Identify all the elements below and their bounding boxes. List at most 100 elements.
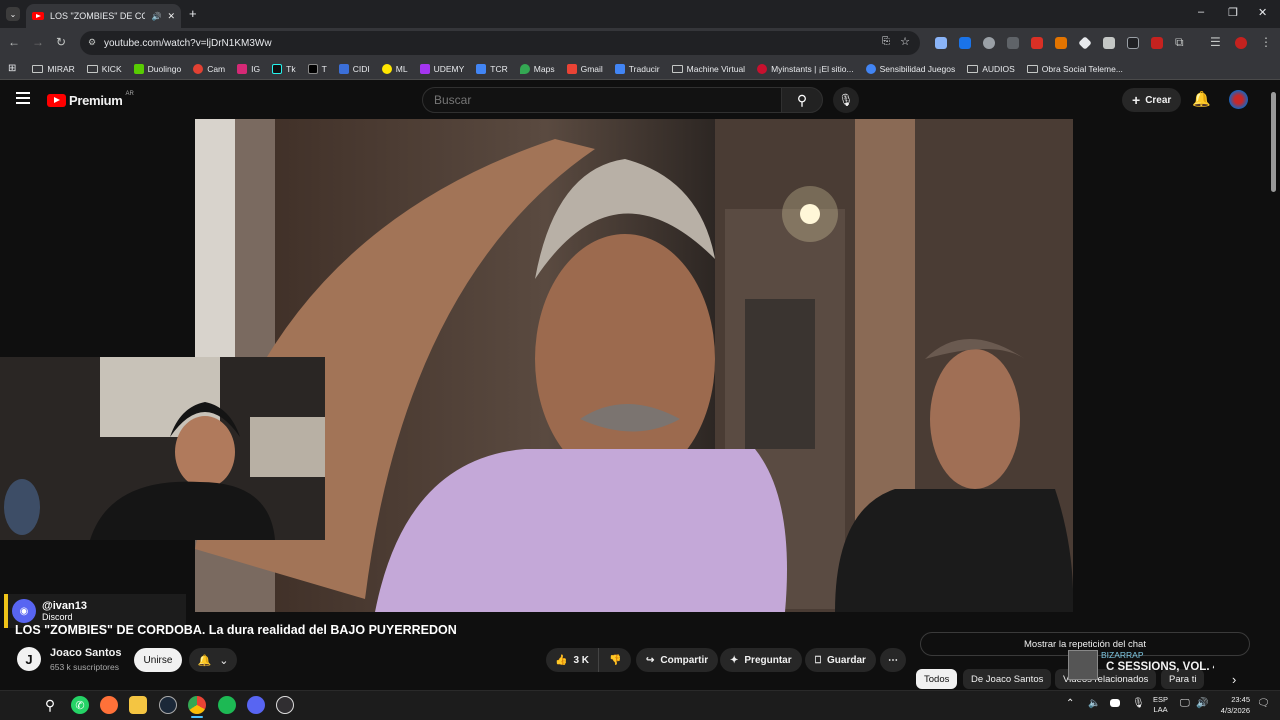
input-language[interactable]: ESP LAA [1153, 695, 1168, 715]
tray-mic-icon[interactable]: 🎙 [1132, 698, 1145, 709]
active-tab[interactable]: LOS "ZOMBIES" DE CORDOBA 🔊 ✕ [26, 4, 181, 28]
network-icon[interactable]: 🖵 [1180, 698, 1190, 709]
extension-icon[interactable] [935, 37, 947, 49]
spotify-icon[interactable] [218, 696, 236, 714]
folder-icon [967, 64, 979, 73]
share-button[interactable]: ↪ Compartir [636, 648, 719, 672]
extension-icon[interactable] [1055, 37, 1067, 49]
search-icon[interactable]: ⚲ [41, 696, 59, 714]
bookmark-cam[interactable]: Cam [193, 63, 225, 74]
windows-start-icon[interactable] [12, 697, 28, 713]
bookmark-machine-virtual[interactable]: Machine Virtual [671, 64, 745, 74]
chips-next-icon[interactable]: › [1232, 672, 1236, 687]
tab-search-button[interactable]: ⌄ [6, 7, 20, 21]
tray-chevron-icon[interactable]: ⌃ [1066, 698, 1074, 709]
voice-search-button[interactable]: 🎙 [833, 87, 859, 113]
maximize-button[interactable]: ❐ [1228, 6, 1238, 19]
extension-icon[interactable] [1103, 37, 1115, 49]
new-tab-button[interactable]: + [189, 6, 197, 21]
youtube-logo[interactable]: Premium AR [47, 91, 134, 108]
bookmark-tk[interactable]: Tk [272, 63, 296, 74]
bookmark-cidi[interactable]: CIDI [338, 63, 370, 74]
notifications-bell-icon[interactable]: 🔔 [1192, 90, 1211, 108]
related-video-card[interactable]: BIZARRAP C SESSIONS, VOL. 48/ [1068, 650, 1218, 682]
logo-text: Premium [69, 93, 123, 108]
extension-icon[interactable] [1031, 37, 1043, 49]
bookmark-traducir[interactable]: Traducir [614, 63, 660, 74]
udemy-icon [419, 63, 430, 74]
chrome-menu-icon[interactable]: ⋮ [1260, 35, 1272, 49]
bookmark-icon: ⎕ [815, 654, 821, 666]
chrome-icon[interactable] [188, 696, 206, 714]
dislike-button[interactable]: 👎 [599, 655, 631, 666]
create-button[interactable]: + Crear [1122, 88, 1182, 112]
menu-icon[interactable] [16, 92, 30, 104]
bookmark-myinstants[interactable]: Myinstants | ¡El sitio... [757, 63, 854, 74]
file-explorer-icon[interactable] [129, 696, 147, 714]
tray-volume-icon[interactable]: 🔈 [1088, 698, 1100, 709]
bookmark-t[interactable]: T [307, 63, 327, 74]
forward-icon[interactable]: → [32, 35, 44, 49]
extension-icon[interactable] [959, 37, 971, 49]
search-button[interactable]: ⚲ [781, 87, 823, 113]
more-actions-button[interactable]: ⋯ [880, 648, 906, 672]
extension-icon[interactable] [1007, 37, 1019, 49]
speaker-icon[interactable]: 🔊 [1196, 698, 1208, 709]
like-button[interactable]: 👍 3 K [546, 648, 600, 672]
bookmark-ig[interactable]: IG [237, 63, 260, 74]
language-code: ESP [1153, 695, 1169, 704]
whatsapp-icon[interactable]: ✆ [71, 696, 89, 714]
close-tab-icon[interactable]: ✕ [167, 11, 175, 22]
bookmark-gmail[interactable]: Gmail [566, 63, 603, 74]
chip-todos[interactable]: Todos [916, 669, 958, 689]
ask-button[interactable]: ✦ Preguntar [720, 648, 802, 672]
install-icon[interactable]: ⎘ [882, 36, 890, 47]
bookmark-duolingo[interactable]: Duolingo [133, 63, 181, 74]
bookmark-udemy[interactable]: UDEMY [419, 63, 464, 74]
bookmark-maps[interactable]: Maps [519, 63, 555, 74]
bookmark-mirar[interactable]: MIRAR [32, 64, 75, 74]
discord-taskbar-icon[interactable] [247, 696, 265, 714]
account-avatar[interactable] [1229, 90, 1248, 109]
page-scrollbar[interactable] [1271, 92, 1276, 192]
channel-name[interactable]: Joaco Santos [50, 647, 122, 659]
channel-avatar[interactable]: J [17, 647, 41, 671]
extension-icon[interactable] [1127, 37, 1139, 49]
close-window-button[interactable]: ✕ [1258, 6, 1267, 19]
extensions-puzzle-icon[interactable]: ⧉ [1175, 35, 1184, 50]
steam-icon[interactable] [159, 696, 177, 714]
save-button[interactable]: ⎕ Guardar [805, 648, 876, 672]
bookmark-kick[interactable]: KICK [86, 64, 122, 74]
bookmark-tcr[interactable]: TCR [476, 63, 508, 74]
firefox-icon[interactable] [100, 696, 118, 714]
reading-list-icon[interactable]: ☰ [1210, 35, 1221, 49]
search-input[interactable] [422, 87, 782, 113]
extension-icon[interactable] [983, 37, 995, 49]
bookmark-audios[interactable]: AUDIOS [967, 64, 1015, 74]
tray-discord-icon[interactable] [1110, 699, 1120, 707]
bookmark-star-icon[interactable]: ☆ [900, 35, 910, 48]
reload-icon[interactable]: ↻ [56, 35, 66, 49]
obs-icon[interactable] [276, 696, 294, 714]
plus-icon: + [1132, 92, 1141, 108]
profile-avatar-icon[interactable] [1235, 37, 1247, 49]
bookmark-sensibilidad[interactable]: Sensibilidad Juegos [865, 63, 955, 74]
site-info-icon[interactable]: ⚙ [88, 37, 96, 48]
bookmark-obra-social[interactable]: Obra Social Teleme... [1026, 64, 1123, 74]
video-player[interactable] [195, 119, 1073, 612]
notifications-icon[interactable]: 🗨 [1257, 698, 1270, 709]
extension-icon[interactable] [1151, 37, 1163, 49]
mercadolibre-icon [381, 63, 392, 74]
like-dislike-group: 👍 3 K 👎 [546, 648, 632, 672]
back-icon[interactable]: ← [8, 35, 20, 49]
bookmarks-bar: ⊞ MIRAR KICK Duolingo Cam IG Tk T CIDI M… [0, 58, 1280, 80]
clock[interactable]: 23:45 4/3/2026 [1216, 694, 1250, 716]
subscription-bell-button[interactable]: 🔔 ⌄ [189, 648, 237, 672]
chip-de-joaco-santos[interactable]: De Joaco Santos [963, 669, 1052, 689]
apps-grid-icon[interactable]: ⊞ [8, 63, 16, 74]
video-title: LOS "ZOMBIES" DE CORDOBA. La dura realid… [15, 623, 457, 637]
bookmark-ml[interactable]: ML [381, 63, 408, 74]
join-button[interactable]: Unirse [134, 648, 182, 672]
minimize-button[interactable]: – [1198, 6, 1204, 18]
address-bar[interactable]: ⚙ youtube.com/watch?v=ljDrN1KM3Ww ⎘ ☆ [80, 31, 920, 55]
